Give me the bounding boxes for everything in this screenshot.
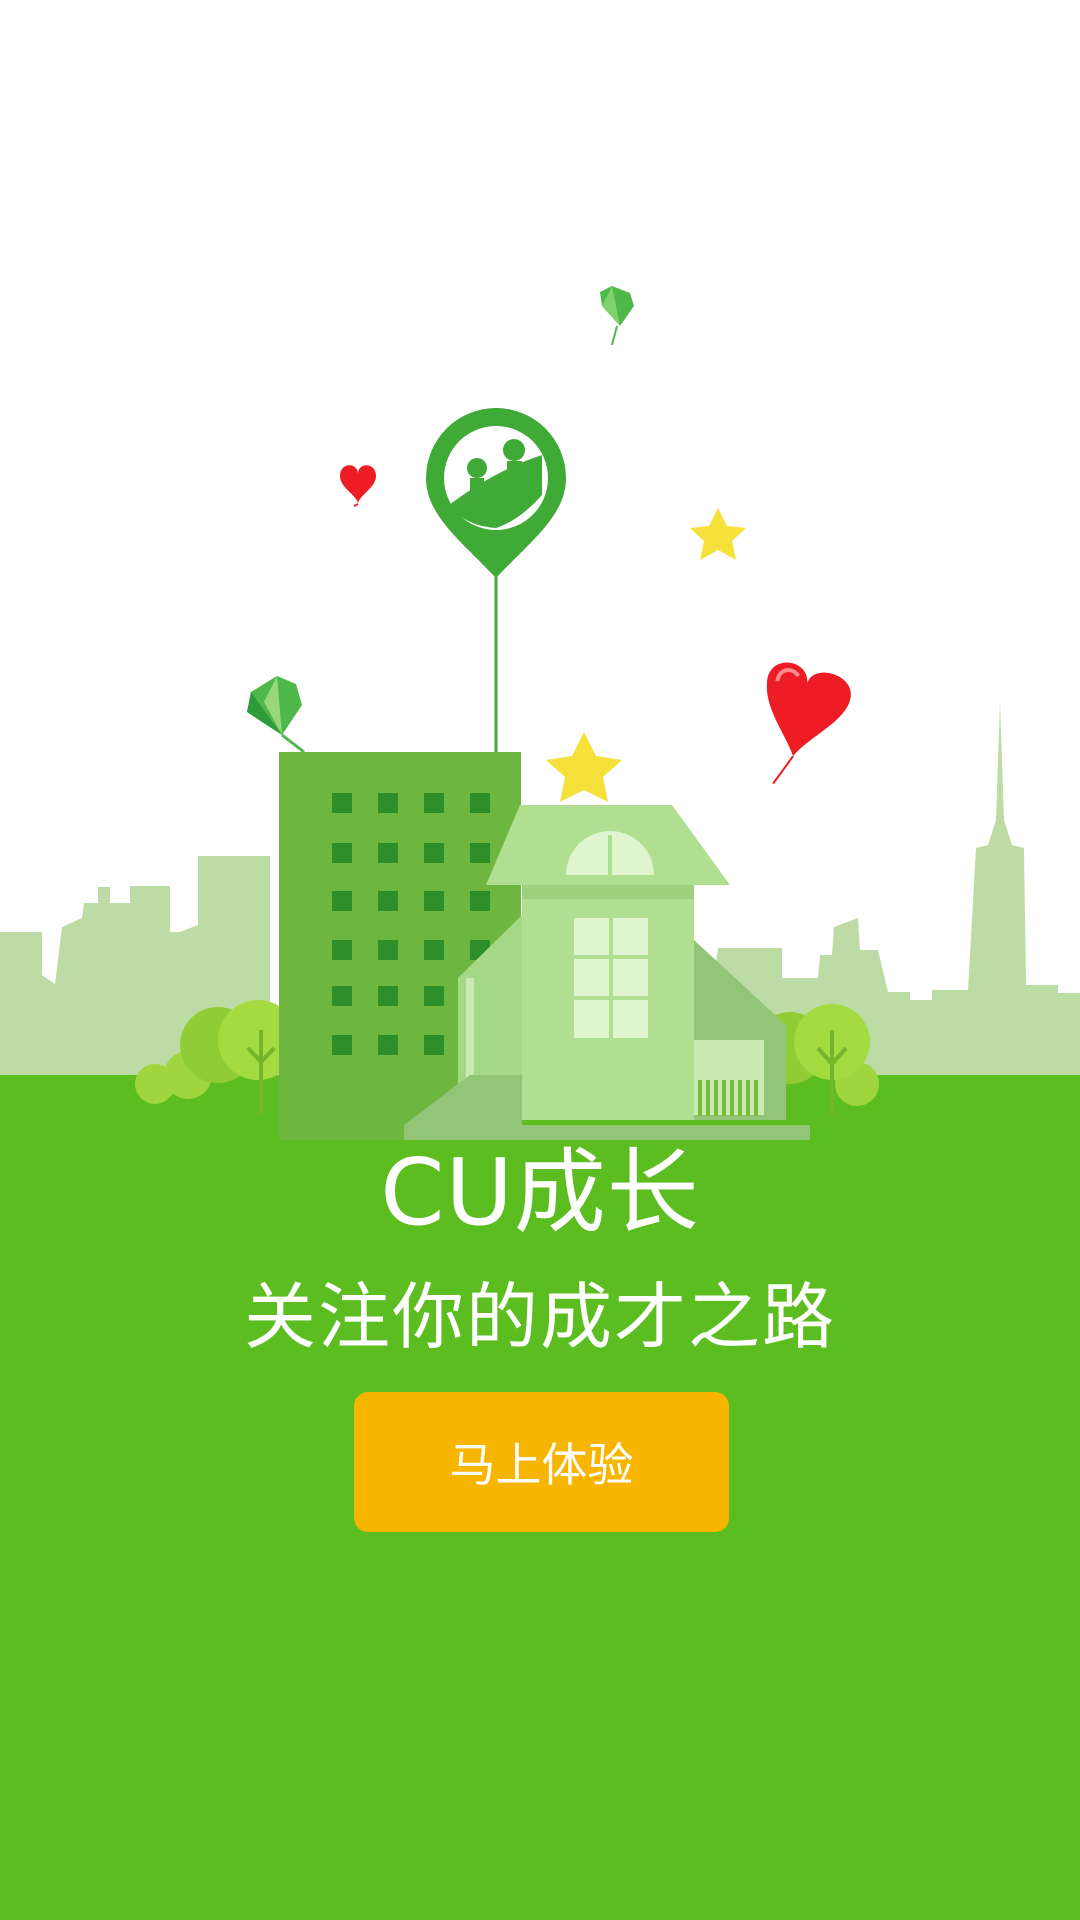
star-icon [546, 732, 622, 802]
app-title: CU成长 [380, 1139, 700, 1246]
heart-icon [340, 465, 376, 507]
city-illustration [0, 286, 1080, 1920]
heart-icon [766, 662, 851, 785]
app-slogan: 关注你的成才之路 [243, 1275, 836, 1359]
start-experience-button[interactable]: 马上体验 [354, 1392, 729, 1532]
splash-screen: CU成长 关注你的成才之路 马上体验 [0, 0, 1080, 1920]
star-icon [690, 508, 746, 560]
app-logo-pin-icon [426, 408, 566, 752]
diamond-kite-icon [247, 676, 305, 754]
diamond-kite-icon [600, 286, 634, 346]
